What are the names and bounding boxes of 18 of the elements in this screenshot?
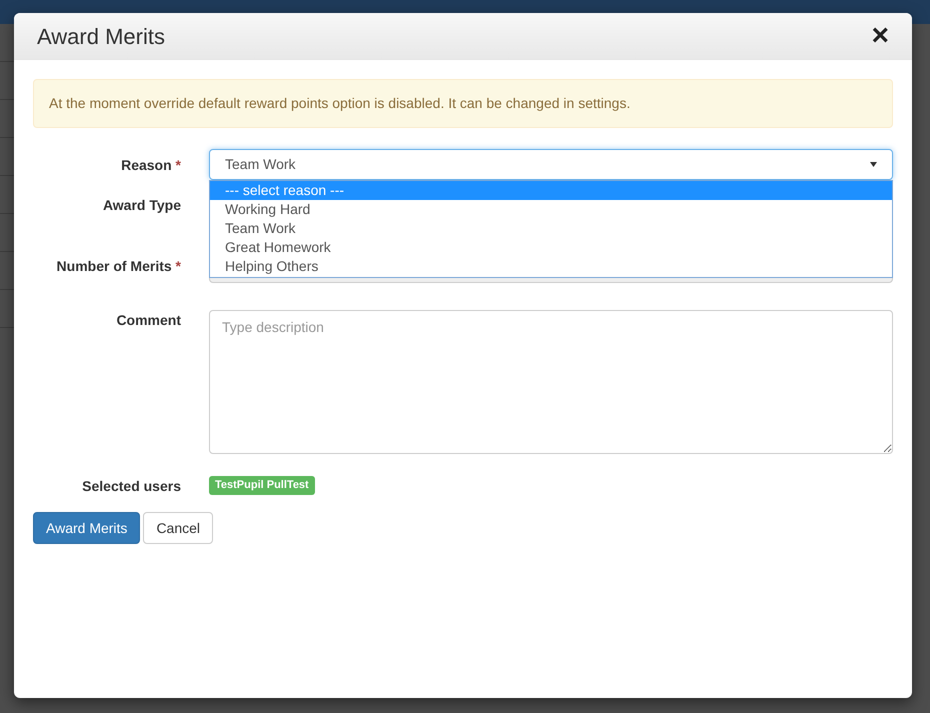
dropdown-option[interactable]: Helping Others [210,257,892,276]
dialog-title: Award Merits [37,22,165,50]
field-label: Comment [116,312,181,328]
cancel-button[interactable]: Cancel [143,512,214,544]
dropdown-option[interactable]: Working Hard [210,200,892,219]
close-button[interactable]: × [871,21,889,51]
dropdown-option[interactable]: Team Work [210,219,892,238]
field-label: Selected users [82,478,181,494]
comment-field[interactable]: Type description [209,310,893,454]
submit-button[interactable]: Award Merits [33,512,140,544]
field-label: Number of Merits * [56,258,181,274]
user-tag: TestPupil PullTest [209,476,315,494]
field-label: Award Type [102,197,181,213]
dropdown-option[interactable]: Great Homework [210,238,892,257]
caret-icon [870,162,877,167]
reason-select[interactable]: Team Work [209,149,893,180]
field-label: Reason * [121,157,181,173]
alert-message: At the moment override default reward points option is disabled. It can be changed in settings. [33,79,893,128]
